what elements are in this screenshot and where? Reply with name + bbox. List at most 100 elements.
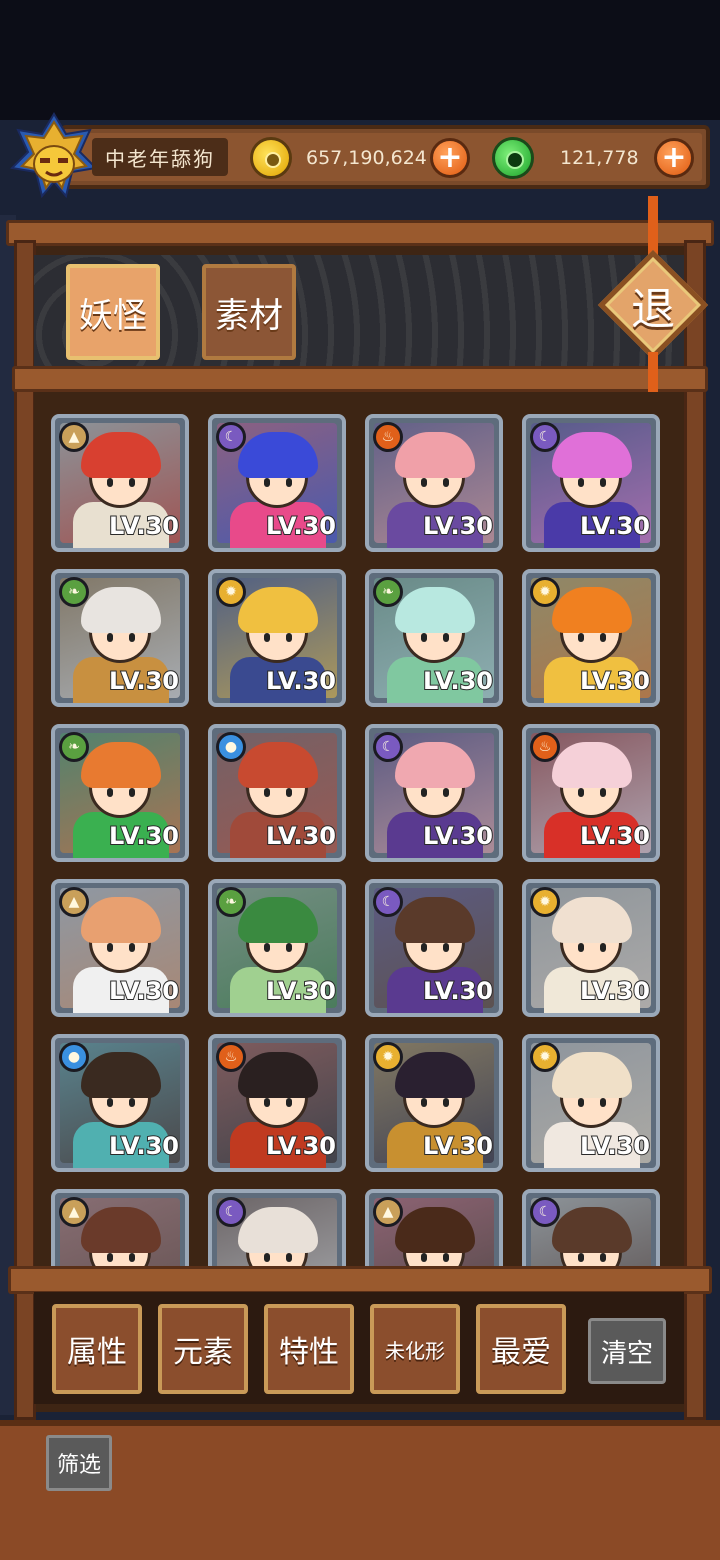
yokai-level: LV.30 bbox=[579, 976, 651, 1006]
sun-element-icon: ✹ bbox=[530, 577, 560, 607]
moon-element-icon: ☾ bbox=[530, 422, 560, 452]
yokai-level: LV.30 bbox=[265, 511, 337, 541]
moon-element-icon: ☾ bbox=[373, 732, 403, 762]
yokai-card[interactable]: ● LV.30 bbox=[208, 724, 346, 862]
add-gold-button[interactable]: + bbox=[430, 138, 470, 178]
yokai-eye bbox=[443, 1253, 449, 1262]
fire-element-icon: ♨ bbox=[216, 1042, 246, 1072]
exit-button[interactable]: 退 bbox=[597, 249, 709, 361]
player-avatar[interactable] bbox=[10, 112, 98, 204]
yokai-eye bbox=[264, 943, 270, 952]
yokai-card[interactable]: ❧ LV.30 bbox=[51, 724, 189, 862]
tab-material[interactable]: 素材 bbox=[202, 264, 296, 360]
yokai-eye bbox=[129, 788, 135, 797]
yokai-eye bbox=[443, 788, 449, 797]
wood-element-icon: ❧ bbox=[216, 887, 246, 917]
yokai-level: LV.30 bbox=[422, 666, 494, 696]
yokai-card[interactable]: ● LV.30 bbox=[51, 1034, 189, 1172]
add-jade-button[interactable]: + bbox=[654, 138, 694, 178]
yokai-eye bbox=[600, 943, 606, 952]
yokai-eye bbox=[129, 1253, 135, 1262]
yokai-eye bbox=[107, 1098, 113, 1107]
earth-element-icon: ▲ bbox=[59, 1197, 89, 1227]
yokai-eye bbox=[129, 478, 135, 487]
yokai-card[interactable]: ♨ LV.30 bbox=[365, 414, 503, 552]
yokai-eye bbox=[129, 633, 135, 642]
exit-label: 退 bbox=[631, 284, 675, 335]
yokai-card[interactable]: ☾ LV.30 bbox=[365, 724, 503, 862]
yokai-eye bbox=[600, 1098, 606, 1107]
yokai-eye bbox=[578, 633, 584, 642]
yokai-card[interactable]: ▲ LV.30 bbox=[51, 879, 189, 1017]
yokai-card[interactable]: ✹ LV.30 bbox=[522, 879, 660, 1017]
yokai-card[interactable]: ▲ LV.30 bbox=[51, 414, 189, 552]
yokai-card[interactable]: ❧ LV.30 bbox=[365, 569, 503, 707]
yokai-card[interactable]: ☾ bbox=[208, 1189, 346, 1270]
yokai-eye bbox=[600, 788, 606, 797]
frame-right-post bbox=[684, 240, 706, 1420]
yokai-eye bbox=[600, 1253, 606, 1262]
yokai-eye bbox=[286, 1253, 292, 1262]
fire-element-icon: ♨ bbox=[530, 732, 560, 762]
yokai-card[interactable]: ✹ LV.30 bbox=[522, 1034, 660, 1172]
fire-element-icon: ♨ bbox=[373, 422, 403, 452]
yokai-level: LV.30 bbox=[108, 666, 180, 696]
yokai-eye bbox=[443, 1098, 449, 1107]
wood-element-icon: ❧ bbox=[59, 732, 89, 762]
tab-yokai[interactable]: 妖怪 bbox=[66, 264, 160, 360]
frame-top-beam bbox=[6, 220, 714, 246]
yokai-eye bbox=[264, 1098, 270, 1107]
sun-element-icon: ✹ bbox=[216, 577, 246, 607]
moon-element-icon: ☾ bbox=[530, 1197, 560, 1227]
yokai-eye bbox=[107, 633, 113, 642]
yokai-card[interactable]: ❧ LV.30 bbox=[51, 569, 189, 707]
yokai-eye bbox=[578, 943, 584, 952]
yokai-level: LV.30 bbox=[265, 821, 337, 851]
yokai-card[interactable]: ✹ LV.30 bbox=[208, 569, 346, 707]
yokai-card[interactable]: ☾ LV.30 bbox=[208, 414, 346, 552]
filter-favorite-button[interactable]: 最爱 bbox=[476, 1304, 566, 1394]
yokai-level: LV.30 bbox=[579, 1131, 651, 1161]
yokai-card[interactable]: ☾ LV.30 bbox=[522, 414, 660, 552]
yokai-level: LV.30 bbox=[579, 821, 651, 851]
filter-element-button[interactable]: 元素 bbox=[158, 1304, 248, 1394]
yokai-card[interactable]: ✹ LV.30 bbox=[365, 1034, 503, 1172]
wood-element-icon: ❧ bbox=[59, 577, 89, 607]
jade-coin-icon bbox=[492, 137, 534, 179]
yokai-eye bbox=[129, 1098, 135, 1107]
yokai-eye bbox=[286, 478, 292, 487]
yokai-eye bbox=[421, 1253, 427, 1262]
yokai-eye bbox=[286, 1098, 292, 1107]
yokai-eye bbox=[286, 633, 292, 642]
yokai-eye bbox=[443, 478, 449, 487]
yokai-level: LV.30 bbox=[108, 1131, 180, 1161]
yokai-card[interactable]: ☾ LV.30 bbox=[365, 879, 503, 1017]
yokai-eye bbox=[107, 478, 113, 487]
sun-element-icon: ✹ bbox=[373, 1042, 403, 1072]
water-element-icon: ● bbox=[216, 732, 246, 762]
yokai-grid: ▲ LV.30 ☾ LV.30 ♨ LV.30 ☾ LV.30 ❧ LV.30 ✹ LV.30 ❧ LV.… bbox=[34, 392, 684, 1270]
moon-element-icon: ☾ bbox=[373, 887, 403, 917]
screen-button[interactable]: 筛选 bbox=[46, 1435, 112, 1491]
filter-untransformed-button[interactable]: 未化形 bbox=[370, 1304, 460, 1394]
yokai-card[interactable]: ✹ LV.30 bbox=[522, 569, 660, 707]
wood-element-icon: ❧ bbox=[373, 577, 403, 607]
yokai-card[interactable]: ❧ LV.30 bbox=[208, 879, 346, 1017]
yokai-eye bbox=[421, 788, 427, 797]
yokai-card[interactable]: ▲ bbox=[51, 1189, 189, 1270]
filter-trait-button[interactable]: 特性 bbox=[264, 1304, 354, 1394]
filter-attribute-button[interactable]: 属性 bbox=[52, 1304, 142, 1394]
yokai-card[interactable]: ☾ bbox=[522, 1189, 660, 1270]
gold-coin-icon bbox=[250, 137, 292, 179]
clear-filter-button[interactable]: 清空 bbox=[588, 1318, 666, 1384]
yokai-card[interactable]: ♨ LV.30 bbox=[522, 724, 660, 862]
gold-amount: 657,190,624 bbox=[306, 147, 427, 169]
earth-element-icon: ▲ bbox=[59, 887, 89, 917]
water-element-icon: ● bbox=[59, 1042, 89, 1072]
yokai-eye bbox=[421, 633, 427, 642]
yokai-level: LV.30 bbox=[422, 821, 494, 851]
yokai-card[interactable]: ▲ bbox=[365, 1189, 503, 1270]
yokai-card[interactable]: ♨ LV.30 bbox=[208, 1034, 346, 1172]
yokai-eye bbox=[107, 1253, 113, 1262]
moon-element-icon: ☾ bbox=[216, 422, 246, 452]
